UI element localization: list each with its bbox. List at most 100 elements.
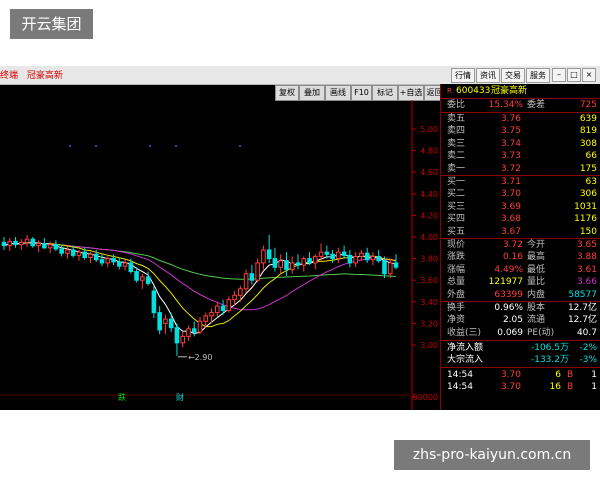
button-add-watchlist[interactable]: +自选 <box>398 85 424 101</box>
tick-count: 1 <box>591 382 597 393</box>
stat-label: 外盘 <box>447 289 466 300</box>
candle-body <box>215 305 220 314</box>
sell-level-volume: 308 <box>579 138 597 149</box>
y-tick-label: 3.80 <box>420 255 438 264</box>
y-tick-label: 4.00 <box>420 233 438 242</box>
buy-level-volume: 150 <box>579 226 597 237</box>
event-dot <box>95 145 97 147</box>
fundamental-label: 收益(三) <box>447 327 482 338</box>
candle-body <box>59 248 64 254</box>
y-tick-label: 4.60 <box>420 168 438 177</box>
sell-level-volume: 639 <box>579 114 597 124</box>
candle-body <box>341 251 347 256</box>
buy-level-volume: 1031 <box>574 201 597 212</box>
y-tick-label: 4.40 <box>420 190 438 199</box>
fundamental-label: 净资 <box>447 315 466 326</box>
tick-price: 3.70 <box>500 370 521 380</box>
window-title: 终端 冠豪高新 <box>0 68 69 81</box>
fund-flow-row: 净流入额 -106.5万 -2% <box>441 342 600 354</box>
candle-body <box>295 262 301 266</box>
weibi-label: 委比 <box>447 100 466 110</box>
candle-body <box>220 305 226 311</box>
candle-body <box>284 260 289 270</box>
y-tick-label: 3.20 <box>420 319 438 328</box>
tab-market[interactable]: 行情 <box>451 68 475 83</box>
stat-value: 63399 <box>494 289 523 300</box>
candle-body <box>203 315 209 322</box>
candle-body <box>307 258 312 264</box>
quote-stat-row: 外盘 63399 内盘 58577 <box>441 289 600 301</box>
candlestick-chart[interactable]: 5.00 4.80 4.60 4.40 4.20 4.00 3.80 3.60 3.40 3.20… <box>0 100 440 410</box>
candle-body <box>151 290 157 314</box>
y-tick-label: 4.80 <box>420 147 438 156</box>
candle-body <box>232 294 237 301</box>
candle-body <box>272 258 278 268</box>
event-marker-label: 财 <box>176 392 184 402</box>
tab-news[interactable]: 资讯 <box>476 68 500 83</box>
tick-price: 3.70 <box>500 382 521 393</box>
button-mark[interactable]: 标记 <box>372 85 398 101</box>
candle-body <box>289 262 295 270</box>
candle-body <box>157 312 162 331</box>
fundamental-label: 股本 <box>527 303 546 313</box>
y-tick-label: 3.60 <box>420 276 438 285</box>
candle-body <box>168 318 174 329</box>
weibi-value: 15.34% <box>488 100 523 110</box>
fundamental-value: 12.7亿 <box>567 303 597 313</box>
button-overlay[interactable]: 叠加 <box>299 85 325 101</box>
tick-trade-row: 14:54 3.70 6 B 1 <box>441 369 600 381</box>
candle-body <box>347 254 353 264</box>
candle-body <box>70 249 76 256</box>
candle-body <box>387 262 393 275</box>
candle-body <box>301 258 307 266</box>
stat-value: 58577 <box>568 289 597 300</box>
candle-body <box>19 241 24 246</box>
stat-value: 4.49% <box>494 264 523 275</box>
buy-level-row: 买一 3.71 63 <box>441 176 600 188</box>
candle-body <box>313 255 318 264</box>
fundamental-row: 收益(三) 0.069 PE(动) 40.7 <box>441 327 600 339</box>
candle-body <box>278 260 283 268</box>
fund-flow-value: -133.2万 <box>530 355 569 366</box>
sell-level-label: 卖五 <box>447 114 466 124</box>
sell-level-price: 3.74 <box>500 138 521 149</box>
candle-body <box>36 242 41 247</box>
button-draw-line[interactable]: 画线 <box>325 85 351 101</box>
buy-level-price: 3.71 <box>500 177 521 187</box>
low-annotation-label: ←2.90 <box>188 353 213 362</box>
stat-label: 涨幅 <box>447 264 466 275</box>
buy-level-row: 买三 3.69 1031 <box>441 201 600 213</box>
event-dot <box>175 145 177 147</box>
restore-icon[interactable]: □ <box>567 68 581 82</box>
candle-body <box>134 271 139 281</box>
sell-level-row: 卖五 3.76 639 <box>441 113 600 125</box>
candle-body <box>243 273 249 290</box>
candle-body <box>117 261 122 267</box>
candle-body <box>30 238 36 247</box>
buy-level-row: 买四 3.68 1176 <box>441 213 600 225</box>
sell-level-row: 卖四 3.75 819 <box>441 125 600 137</box>
button-f10[interactable]: F10 <box>351 85 372 101</box>
stock-code: 600433 <box>456 86 491 96</box>
stat-label: 最高 <box>527 252 546 263</box>
stat-value: 121977 <box>488 277 523 288</box>
button-fuquan[interactable]: 复权 <box>275 85 299 101</box>
sell-level-label: 卖二 <box>447 151 466 162</box>
tab-service[interactable]: 服务 <box>526 68 550 83</box>
buy-level-label: 买一 <box>447 177 466 187</box>
minimize-icon[interactable]: – <box>552 68 566 82</box>
candle-body <box>180 335 185 344</box>
buy-level-label: 买四 <box>447 214 466 225</box>
sell-level-price: 3.76 <box>500 114 521 124</box>
sell-level-volume: 66 <box>585 151 597 162</box>
watermark-bottom-right: zhs-pro-kaiyun.com.cn <box>394 440 590 470</box>
candle-body <box>145 276 151 284</box>
candle-body <box>13 240 18 246</box>
candle-body <box>266 249 272 260</box>
sell-level-row: 卖二 3.73 66 <box>441 150 600 162</box>
tab-trade[interactable]: 交易 <box>501 68 525 83</box>
candle-body <box>186 328 191 337</box>
candle-body <box>353 255 358 264</box>
sell-level-price: 3.73 <box>500 151 521 162</box>
close-icon[interactable]: × <box>582 68 596 82</box>
